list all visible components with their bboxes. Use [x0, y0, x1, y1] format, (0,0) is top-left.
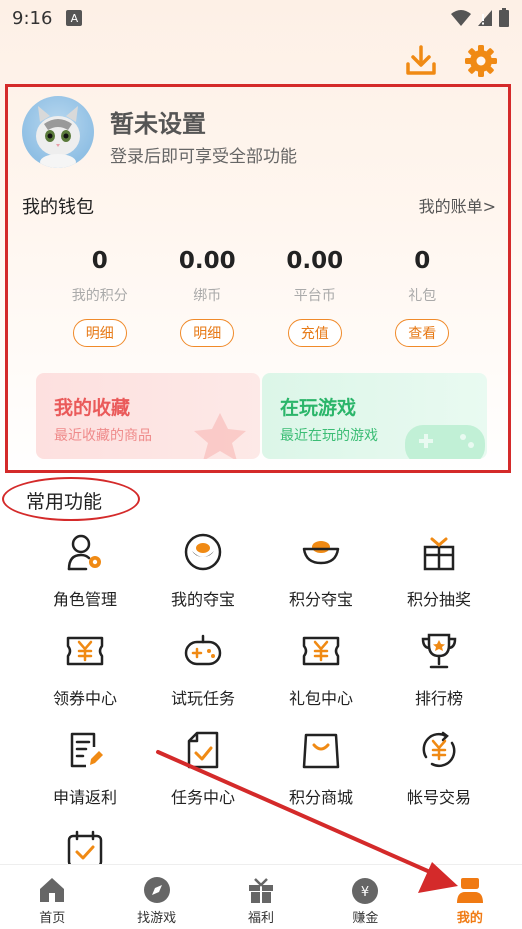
points-detail-button[interactable]: 明细 — [72, 319, 127, 347]
status-icons — [450, 8, 510, 28]
gamepad-decoration-icon — [405, 425, 485, 459]
func-label: 礼包中心 — [288, 689, 353, 708]
tab-label: 找游戏 — [137, 911, 177, 926]
user-gear-icon — [67, 534, 101, 571]
tab-find-games[interactable]: 找游戏 — [104, 865, 208, 929]
home-icon — [40, 878, 65, 902]
status-time: 9:16 — [12, 7, 53, 29]
avatar[interactable] — [22, 96, 94, 168]
download-icon[interactable] — [404, 44, 438, 78]
func-apply-rebate[interactable]: 申请返利 — [26, 728, 144, 827]
yen-exchange-icon — [422, 731, 456, 768]
battery-icon — [499, 8, 509, 27]
func-label: 积分商城 — [288, 788, 353, 807]
login-tip[interactable]: 登录后即可享受全部功能 — [110, 142, 297, 167]
tab-label: 福利 — [248, 911, 275, 926]
tab-home[interactable]: 首页 — [0, 865, 104, 929]
favorites-card[interactable]: 我的收藏 最近收藏的商品 — [36, 373, 260, 459]
nickname[interactable]: 暂未设置 — [110, 104, 206, 139]
func-account-trade[interactable]: 帐号交易 — [380, 728, 498, 827]
func-label: 积分夺宝 — [288, 590, 353, 609]
playing-title: 在玩游戏 — [280, 397, 357, 419]
gold-ingot-icon — [302, 541, 340, 565]
func-gift-center[interactable]: 礼包中心 — [262, 629, 380, 728]
top-actions — [404, 44, 498, 78]
func-label: 帐号交易 — [406, 788, 471, 807]
wallet-stats: 0 我的积分 明细 0.00 绑币 明细 0.00 平台币 充值 0 礼包 查看 — [46, 248, 476, 347]
cat-avatar-icon — [36, 106, 80, 168]
yen-coupon-icon — [66, 636, 104, 666]
wifi-icon — [451, 10, 471, 26]
my-bill-link[interactable]: 我的账单> — [419, 193, 496, 217]
favorites-title: 我的收藏 — [54, 397, 131, 419]
wallet-label: 礼包 — [408, 288, 437, 304]
gamepad-icon — [184, 634, 222, 666]
settings-gear-icon[interactable] — [464, 44, 498, 78]
playing-games-card[interactable]: 在玩游戏 最近在玩的游戏 — [262, 373, 487, 459]
wallet-title: 我的钱包 — [22, 197, 94, 218]
bound-coins-detail-button[interactable]: 明细 — [180, 319, 235, 347]
wallet-value: 0 — [414, 248, 431, 274]
func-label: 任务中心 — [170, 788, 235, 807]
tab-label: 我的 — [456, 911, 483, 926]
func-label: 申请返利 — [52, 788, 117, 807]
wallet-value: 0 — [91, 248, 108, 274]
wallet-value: 0.00 — [178, 248, 236, 274]
wallet-platform-coins: 0.00 平台币 充值 — [261, 248, 369, 347]
view-gifts-button[interactable]: 查看 — [395, 319, 450, 347]
gift-icon — [249, 878, 274, 903]
wallet-gift-packs: 0 礼包 查看 — [369, 248, 477, 347]
func-task-center[interactable]: 任务中心 — [144, 728, 262, 827]
favorites-subtitle: 最近收藏的商品 — [54, 428, 152, 444]
func-label: 角色管理 — [52, 590, 117, 609]
money-bag-icon: ¥ — [352, 878, 379, 904]
func-label: 我的夺宝 — [170, 590, 235, 609]
wallet-label: 绑币 — [193, 288, 222, 304]
notification-a-icon: A — [66, 10, 83, 26]
task-check-icon — [187, 731, 219, 769]
tab-label: 首页 — [39, 911, 66, 926]
compass-icon — [143, 877, 170, 903]
bottom-tab-bar: 首页 找游戏 福利 ¥ 赚金 我的 — [0, 864, 522, 929]
gift-box-icon — [423, 537, 455, 571]
tab-label: 赚金 — [352, 911, 379, 926]
wallet-label: 我的积分 — [71, 288, 128, 304]
func-points-lottery[interactable]: 积分抽奖 — [380, 530, 498, 629]
shopping-bag-icon — [302, 733, 340, 769]
status-bar: 9:16 A — [0, 0, 522, 36]
func-points-treasure[interactable]: 积分夺宝 — [262, 530, 380, 629]
func-points-mall[interactable]: 积分商城 — [262, 728, 380, 827]
func-leaderboard[interactable]: 排行榜 — [380, 629, 498, 728]
tab-mine[interactable]: 我的 — [418, 865, 522, 929]
signal-icon — [478, 10, 492, 26]
star-decoration-icon — [194, 413, 246, 459]
gold-ingot-circle-icon — [184, 533, 222, 571]
yen-ticket-icon — [302, 636, 340, 666]
tab-earn[interactable]: ¥ 赚金 — [313, 865, 417, 929]
func-my-treasure[interactable]: 我的夺宝 — [144, 530, 262, 629]
func-coupon-center[interactable]: 领券中心 — [26, 629, 144, 728]
tab-welfare[interactable]: 福利 — [209, 865, 313, 929]
profile-icon — [456, 878, 483, 903]
wallet-points: 0 我的积分 明细 — [46, 248, 154, 347]
func-role-management[interactable]: 角色管理 — [26, 530, 144, 629]
func-label: 积分抽奖 — [406, 590, 471, 609]
recharge-button[interactable]: 充值 — [287, 319, 342, 347]
trophy-icon — [421, 633, 457, 669]
func-trial-tasks[interactable]: 试玩任务 — [144, 629, 262, 728]
annotation-ellipse — [2, 477, 140, 521]
document-edit-icon — [70, 732, 103, 768]
func-label: 排行榜 — [414, 689, 463, 708]
wallet-bound-coins: 0.00 绑币 明细 — [154, 248, 262, 347]
svg-text:¥: ¥ — [361, 885, 369, 900]
wallet-label: 平台币 — [293, 288, 336, 304]
func-label: 领券中心 — [52, 689, 117, 708]
func-label: 试玩任务 — [170, 689, 235, 708]
playing-subtitle: 最近在玩的游戏 — [280, 428, 378, 444]
wallet-value: 0.00 — [286, 248, 344, 274]
